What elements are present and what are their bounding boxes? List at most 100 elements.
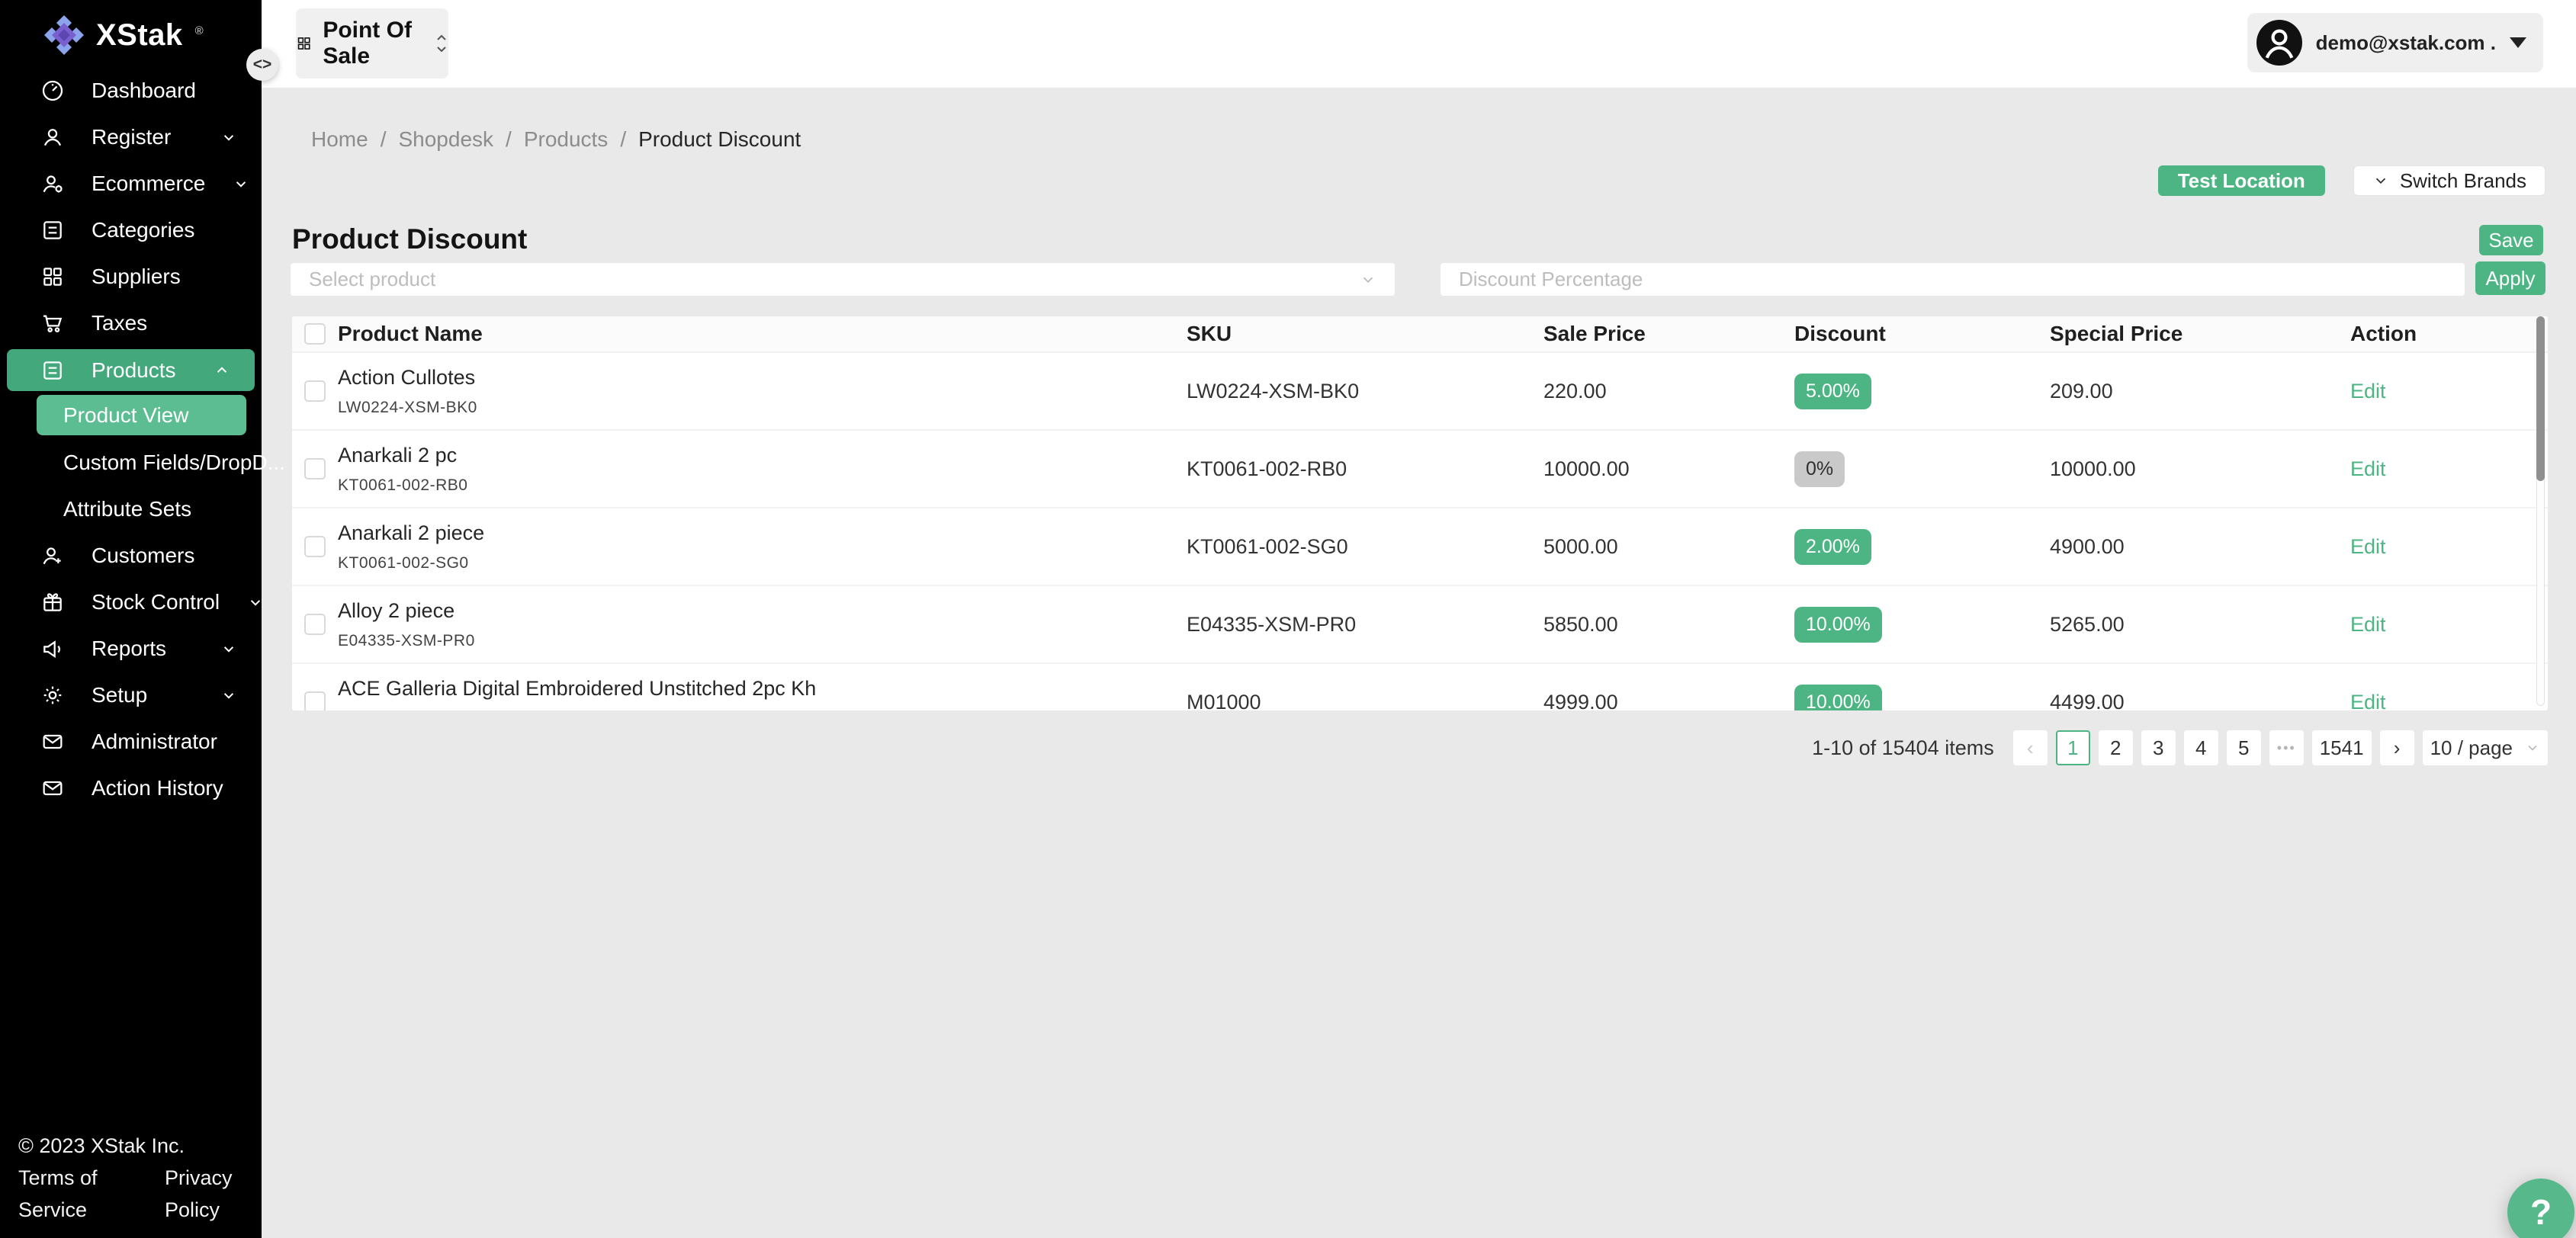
edit-link[interactable]: Edit	[2350, 613, 2386, 636]
sidebar-item-products[interactable]: Products	[7, 349, 255, 391]
sidebar-item-taxes[interactable]: Taxes	[0, 300, 262, 346]
page-title: Product Discount	[292, 223, 527, 255]
page-size-select[interactable]: 10 / page	[2423, 730, 2548, 765]
pagination-summary: 1-10 of 15404 items	[1812, 736, 1994, 760]
sidebar-subitem-product-view[interactable]: Product View	[37, 395, 246, 435]
sidebar: XStak ® Dashboard Register Ecommerce	[0, 0, 262, 1238]
save-button[interactable]: Save	[2479, 225, 2543, 255]
mail-icon	[40, 776, 66, 800]
chevron-down-icon	[2525, 740, 2540, 755]
table-row: Action Cullotes LW0224-XSM-BK0 LW0224-XS…	[292, 353, 2548, 431]
pagination-next-button[interactable]: ›	[2380, 730, 2414, 765]
table-row: Anarkali 2 pc KT0061-002-RB0 KT0061-002-…	[292, 431, 2548, 508]
terms-link[interactable]: Terms of Service	[18, 1162, 134, 1226]
pagination: 1-10 of 15404 items ‹ 1 2 3 4 5 ••• 1541…	[1812, 730, 2548, 765]
person-gear-icon	[40, 172, 66, 196]
pagination-page-2[interactable]: 2	[2099, 730, 2133, 765]
privacy-link[interactable]: Privacy Policy	[165, 1162, 262, 1226]
sidebar-item-categories[interactable]: Categories	[0, 207, 262, 253]
chevron-down-icon	[246, 592, 265, 612]
edit-link[interactable]: Edit	[2350, 457, 2386, 480]
col-action: Action	[2350, 322, 2548, 346]
sidebar-item-action-history[interactable]: Action History	[0, 765, 262, 811]
sidebar-item-setup[interactable]: Setup	[0, 672, 262, 718]
sidebar-item-label: Register	[92, 125, 193, 149]
breadcrumb-products[interactable]: Products	[524, 127, 609, 152]
edit-link[interactable]: Edit	[2350, 380, 2386, 403]
discount-percentage-input[interactable]	[1441, 263, 2465, 296]
sidebar-item-reports[interactable]: Reports	[0, 625, 262, 672]
breadcrumb-separator: /	[620, 127, 626, 152]
pagination-page-5[interactable]: 5	[2227, 730, 2261, 765]
sale-price-value: 10000.00	[1543, 457, 1794, 481]
switch-brands-label: Switch Brands	[2400, 169, 2526, 193]
brand-logo[interactable]: XStak ®	[44, 15, 204, 55]
sidebar-item-label: Administrator	[92, 730, 239, 754]
dashboard-icon	[40, 79, 66, 103]
sidebar-collapse-button[interactable]: <>	[246, 49, 278, 81]
sidebar-subitem-custom-fields[interactable]: Custom Fields/DropD...	[0, 439, 262, 486]
row-checkbox[interactable]	[304, 614, 326, 635]
row-checkbox[interactable]	[304, 380, 326, 402]
sidebar-item-register[interactable]: Register	[0, 114, 262, 160]
xstak-logo-icon	[44, 15, 84, 55]
select-product-dropdown[interactable]: Select product	[291, 263, 1395, 296]
row-checkbox[interactable]	[304, 536, 326, 557]
sidebar-item-dashboard[interactable]: Dashboard	[0, 67, 262, 114]
sku-value: E04335-XSM-PR0	[1187, 613, 1543, 637]
col-product-name: Product Name	[338, 322, 1187, 346]
sidebar-item-label: Action History	[92, 776, 239, 800]
select-all-checkbox[interactable]	[304, 323, 326, 345]
discount-badge: 2.00%	[1794, 529, 1871, 565]
copyright-text: © 2023 XStak Inc.	[18, 1130, 262, 1162]
table-header-row: Product Name SKU Sale Price Discount Spe…	[292, 316, 2548, 353]
sku-value: KT0061-002-SG0	[1187, 535, 1543, 559]
sidebar-item-administrator[interactable]: Administrator	[0, 718, 262, 765]
pagination-page-3[interactable]: 3	[2141, 730, 2176, 765]
pagination-page-1[interactable]: 1	[2056, 730, 2090, 765]
chevron-down-icon	[219, 685, 239, 705]
discount-badge: 10.00%	[1794, 607, 1882, 643]
megaphone-icon	[40, 637, 66, 661]
sidebar-item-suppliers[interactable]: Suppliers	[0, 253, 262, 300]
registered-mark: ®	[195, 24, 204, 37]
sidebar-item-stock-control[interactable]: Stock Control	[0, 579, 262, 625]
pagination-last-page[interactable]: 1541	[2312, 730, 2372, 765]
sidebar-item-customers[interactable]: Customers	[0, 532, 262, 579]
apply-button[interactable]: Apply	[2475, 261, 2545, 295]
table-scrollbar-thumb[interactable]	[2536, 316, 2545, 481]
product-code: M01000	[338, 710, 1187, 711]
row-checkbox[interactable]	[304, 691, 326, 710]
sidebar-item-label: Suppliers	[92, 265, 239, 289]
pagination-ellipsis[interactable]: •••	[2269, 730, 2304, 765]
sale-price-value: 4999.00	[1543, 691, 1794, 711]
app-switcher-button[interactable]: Point Of Sale	[296, 8, 448, 79]
row-checkbox[interactable]	[304, 458, 326, 479]
mail-icon	[40, 730, 66, 754]
app-switcher-label: Point Of Sale	[323, 18, 424, 69]
grid-icon	[296, 32, 312, 55]
breadcrumb-separator: /	[506, 127, 512, 152]
breadcrumb-home[interactable]: Home	[311, 127, 368, 152]
user-email: demo@xstak.com .	[2316, 31, 2496, 55]
test-location-button[interactable]: Test Location	[2158, 165, 2325, 196]
pagination-page-4[interactable]: 4	[2184, 730, 2218, 765]
sku-value: LW0224-XSM-BK0	[1187, 380, 1543, 403]
discount-badge: 0%	[1794, 451, 1845, 487]
help-button[interactable]: ?	[2507, 1179, 2574, 1238]
user-menu[interactable]: demo@xstak.com .	[2247, 13, 2543, 72]
product-code: KT0061-002-RB0	[338, 476, 1187, 495]
edit-link[interactable]: Edit	[2350, 691, 2386, 711]
person-plus-icon	[40, 544, 66, 568]
sidebar-nav: Dashboard Register Ecommerce Categori	[0, 67, 262, 811]
switch-brands-button[interactable]: Switch Brands	[2353, 165, 2545, 196]
grid-icon	[40, 265, 66, 289]
breadcrumb-separator: /	[381, 127, 387, 152]
pagination-prev-button[interactable]: ‹	[2013, 730, 2048, 765]
breadcrumb-shopdesk[interactable]: Shopdesk	[398, 127, 493, 152]
sidebar-item-ecommerce[interactable]: Ecommerce	[0, 160, 262, 207]
chevron-down-icon	[219, 127, 239, 147]
caret-down-icon	[2510, 37, 2526, 48]
sidebar-subitem-attribute-sets[interactable]: Attribute Sets	[0, 486, 262, 532]
edit-link[interactable]: Edit	[2350, 535, 2386, 558]
